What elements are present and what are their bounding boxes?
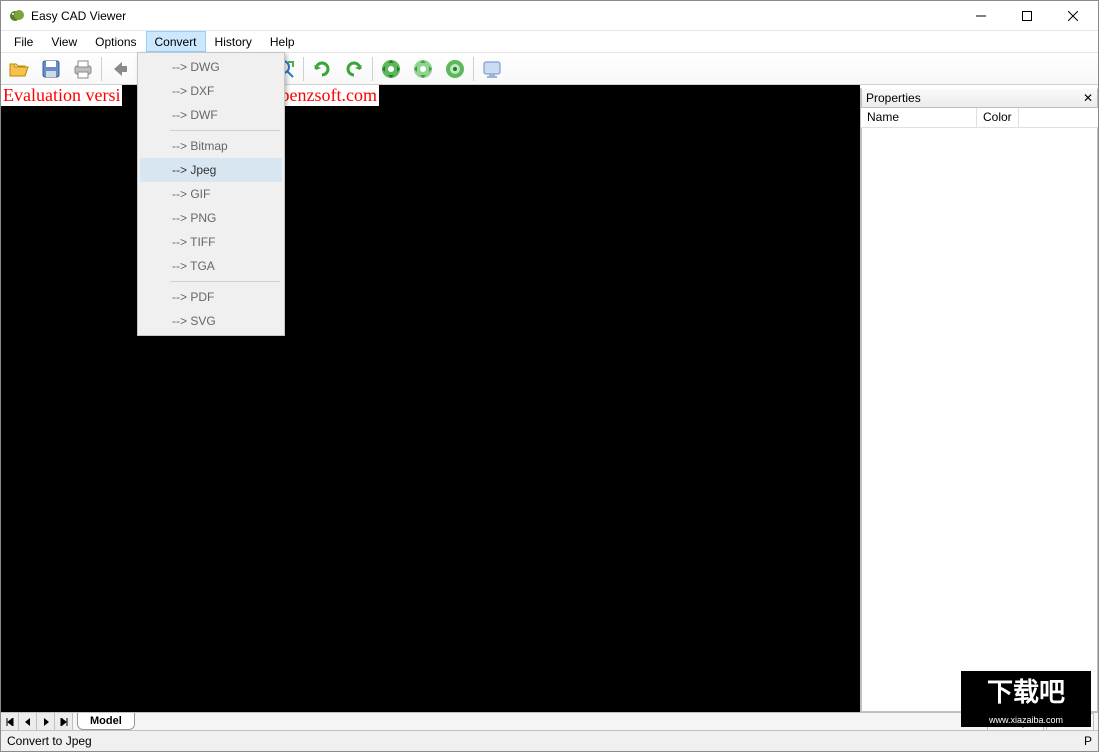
app-icon — [9, 8, 25, 24]
toolbar-separator — [372, 57, 373, 81]
convert-png[interactable]: --> PNG — [140, 206, 282, 230]
convert-dropdown: --> DWG --> DXF --> DWF --> Bitmap --> J… — [137, 52, 285, 336]
open-icon[interactable] — [3, 55, 35, 83]
tabs-nav — [1, 713, 73, 730]
color-wheel-1-icon[interactable] — [375, 55, 407, 83]
font-icon: A — [1053, 716, 1061, 728]
layer-tab[interactable]: Layer — [987, 713, 1045, 731]
undo-icon[interactable] — [338, 55, 370, 83]
convert-dwg[interactable]: --> DWG — [140, 55, 282, 79]
tab-nav-prev-icon[interactable] — [19, 713, 37, 730]
drawing-canvas[interactable]: Evaluation versi .benzsoft.com — [1, 85, 860, 712]
convert-dwf[interactable]: --> DWF — [140, 103, 282, 127]
menu-convert[interactable]: Convert — [146, 31, 206, 52]
layers-icon — [994, 716, 1006, 728]
dropdown-separator — [170, 130, 280, 131]
font-tab[interactable]: A Font — [1046, 713, 1094, 731]
menu-help[interactable]: Help — [261, 31, 304, 52]
evaluation-text-left: Evaluation versi — [1, 85, 122, 106]
menu-history[interactable]: History — [206, 31, 261, 52]
convert-tga[interactable]: --> TGA — [140, 254, 282, 278]
menu-view[interactable]: View — [42, 31, 86, 52]
tabs-bar: Model Layer A Font — [1, 712, 1098, 730]
tab-nav-last-icon[interactable] — [55, 713, 73, 730]
properties-columns: Name Color — [861, 108, 1098, 128]
convert-svg[interactable]: --> SVG — [140, 309, 282, 333]
column-color[interactable]: Color — [977, 108, 1019, 127]
tabs-right: Layer A Font — [987, 713, 1099, 730]
tab-nav-next-icon[interactable] — [37, 713, 55, 730]
font-label: Font — [1065, 716, 1087, 728]
menubar: File View Options Convert History Help — [1, 31, 1098, 53]
toolbar-separator — [473, 57, 474, 81]
color-wheel-3-icon[interactable] — [439, 55, 471, 83]
redo-icon[interactable] — [306, 55, 338, 83]
menu-options[interactable]: Options — [86, 31, 145, 52]
toolbar-separator — [101, 57, 102, 81]
canvas-wrap: Evaluation versi .benzsoft.com — [1, 85, 860, 712]
evaluation-text-right: .benzsoft.com — [274, 85, 379, 106]
column-name[interactable]: Name — [861, 108, 977, 127]
tab-nav-first-icon[interactable] — [1, 713, 19, 730]
convert-tiff[interactable]: --> TIFF — [140, 230, 282, 254]
screen-icon[interactable] — [476, 55, 508, 83]
status-right: P — [1084, 734, 1092, 748]
window-controls — [958, 1, 1096, 30]
close-button[interactable] — [1050, 1, 1096, 30]
app-title: Easy CAD Viewer — [31, 9, 958, 23]
properties-header[interactable]: Properties ✕ — [861, 88, 1098, 108]
dropdown-separator — [170, 281, 280, 282]
properties-title: Properties — [866, 91, 921, 105]
layer-label: Layer — [1010, 716, 1038, 728]
convert-gif[interactable]: --> GIF — [140, 182, 282, 206]
print-icon[interactable] — [67, 55, 99, 83]
statusbar: Convert to Jpeg P — [1, 730, 1098, 751]
titlebar: Easy CAD Viewer — [1, 1, 1098, 31]
panel-close-icon[interactable]: ✕ — [1083, 91, 1093, 105]
convert-jpeg[interactable]: --> Jpeg — [140, 158, 282, 182]
menu-file[interactable]: File — [5, 31, 42, 52]
properties-body — [861, 128, 1098, 712]
minimize-button[interactable] — [958, 1, 1004, 30]
color-wheel-2-icon[interactable] — [407, 55, 439, 83]
convert-dxf[interactable]: --> DXF — [140, 79, 282, 103]
properties-panel: Properties ✕ Name Color — [860, 88, 1098, 712]
status-text: Convert to Jpeg — [7, 734, 92, 748]
save-icon[interactable] — [35, 55, 67, 83]
convert-pdf[interactable]: --> PDF — [140, 285, 282, 309]
tab-model[interactable]: Model — [77, 713, 135, 730]
toolbar-separator — [303, 57, 304, 81]
back-icon[interactable] — [104, 55, 136, 83]
maximize-button[interactable] — [1004, 1, 1050, 30]
convert-bitmap[interactable]: --> Bitmap — [140, 134, 282, 158]
